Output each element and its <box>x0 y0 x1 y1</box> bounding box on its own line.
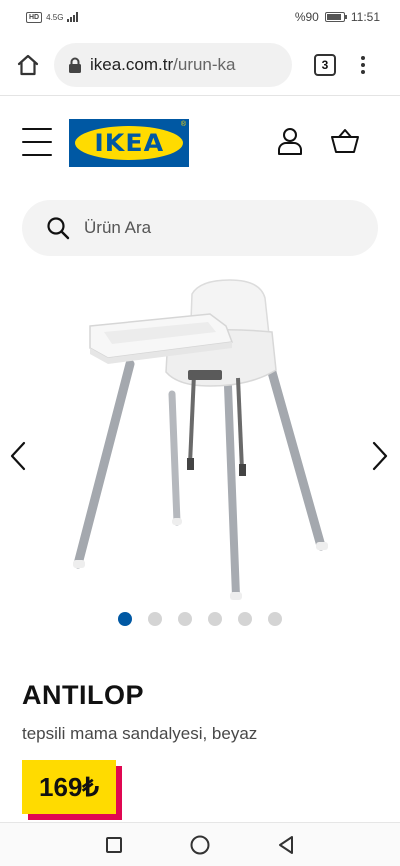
url-path: /urun-ka <box>173 54 236 74</box>
url-domain: ikea.com.tr <box>90 54 174 74</box>
carousel-indicators <box>118 612 282 626</box>
circle-icon <box>190 835 210 854</box>
square-icon <box>106 836 122 853</box>
battery-percent: %90 <box>294 10 319 24</box>
carousel-dot[interactable] <box>118 612 132 626</box>
carousel-dot[interactable] <box>238 612 252 626</box>
chevron-right-icon <box>372 441 388 471</box>
more-vert-icon <box>361 55 365 60</box>
device-status: %90 11:51 <box>295 10 380 24</box>
basket-icon <box>331 129 359 153</box>
account-button[interactable] <box>276 126 304 156</box>
network-type: 4.5G <box>46 12 64 22</box>
home-nav-button[interactable] <box>189 834 211 856</box>
product-price: 169₺ <box>22 760 116 814</box>
search-icon <box>47 217 70 240</box>
cart-button[interactable] <box>330 128 360 154</box>
product-description: tepsili mama sandalyesi, beyaz <box>22 724 258 743</box>
triangle-back-icon <box>279 835 293 854</box>
network-status: HD 4.5G <box>26 11 79 23</box>
search-input[interactable]: Ürün Ara <box>22 200 378 256</box>
clock: 11:51 <box>350 10 380 24</box>
signal-icon <box>67 12 79 22</box>
browser-menu-button[interactable] <box>356 55 370 74</box>
ikea-logo[interactable]: IKEA ® <box>69 119 189 167</box>
carousel-dot[interactable] <box>268 612 282 626</box>
user-icon <box>278 128 302 155</box>
logo-registered-mark: ® <box>180 121 186 128</box>
site-header: IKEA ® <box>0 96 400 192</box>
carousel-dot[interactable] <box>148 612 162 626</box>
product-image <box>73 279 328 600</box>
search-placeholder: Ürün Ara <box>84 218 152 237</box>
previous-image-button[interactable] <box>8 440 28 472</box>
back-nav-button[interactable] <box>275 834 297 856</box>
lock-icon <box>68 57 82 73</box>
status-bar: HD 4.5G %90 11:51 <box>0 0 400 34</box>
chevron-left-icon <box>10 441 26 471</box>
next-image-button[interactable] <box>370 440 390 472</box>
browser-toolbar: ikea.com.tr/urun-ka 3 <box>0 34 400 96</box>
home-button[interactable] <box>10 47 46 83</box>
battery-icon <box>324 12 347 22</box>
address-bar[interactable]: ikea.com.tr/urun-ka <box>54 42 292 87</box>
hamburger-menu-button[interactable] <box>22 126 52 158</box>
product-name: ANTILOP <box>22 680 144 710</box>
carousel-dot[interactable] <box>208 612 222 626</box>
home-icon <box>17 54 39 75</box>
logo-text: IKEA <box>94 129 164 157</box>
hd-badge: HD <box>26 11 43 23</box>
carousel-dot[interactable] <box>178 612 192 626</box>
product-gallery[interactable] <box>0 268 400 608</box>
recent-apps-button[interactable] <box>103 834 125 856</box>
price-tag: 169₺ <box>22 760 122 820</box>
system-navigation-bar <box>0 822 400 866</box>
tab-switcher-button[interactable]: 3 <box>314 53 336 76</box>
